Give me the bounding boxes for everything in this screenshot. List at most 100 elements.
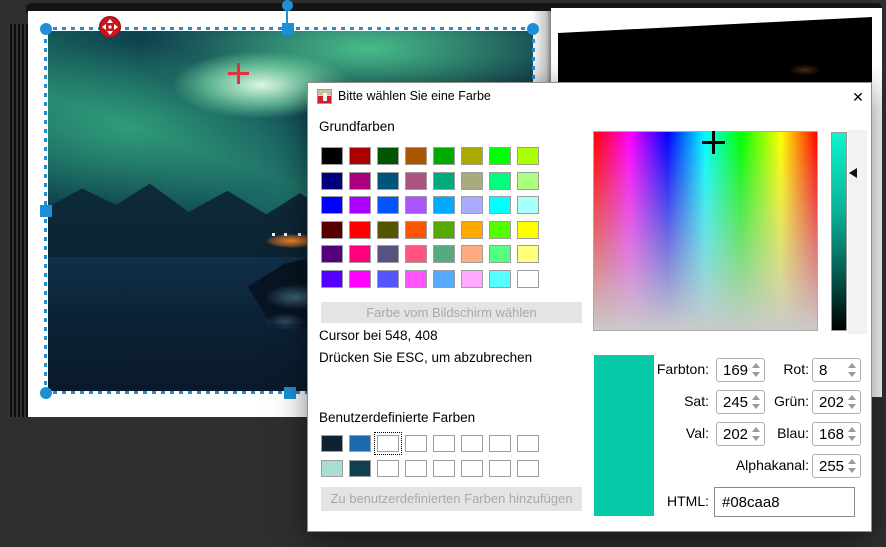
basic-color-swatch[interactable] <box>377 245 399 263</box>
basic-color-swatch[interactable] <box>377 147 399 165</box>
basic-color-swatch[interactable] <box>461 245 483 263</box>
custom-colors-label: Benutzerdefinierte Farben <box>319 410 475 425</box>
add-custom-color-button[interactable]: Zu benutzerdefinierten Farben hinzufügen <box>321 487 582 511</box>
custom-color-swatch[interactable] <box>461 460 483 477</box>
basic-color-swatch[interactable] <box>433 147 455 165</box>
resize-handle-top-right[interactable] <box>527 23 539 35</box>
custom-color-swatch[interactable] <box>405 435 427 452</box>
app-icon <box>317 89 332 104</box>
move-arrows-icon <box>101 18 119 36</box>
custom-color-swatch[interactable] <box>377 435 399 452</box>
hue-saturation-picker[interactable] <box>593 131 818 331</box>
resize-handle-left-middle[interactable] <box>40 205 52 217</box>
custom-color-swatch[interactable] <box>517 435 539 452</box>
custom-color-swatch[interactable] <box>377 460 399 477</box>
red-spin-arrows[interactable] <box>848 359 857 381</box>
basic-color-swatch[interactable] <box>461 221 483 239</box>
basic-color-swatch[interactable] <box>489 245 511 263</box>
move-object-button[interactable] <box>99 16 121 38</box>
custom-color-swatch[interactable] <box>433 460 455 477</box>
basic-color-swatch[interactable] <box>517 270 539 288</box>
basic-color-swatch[interactable] <box>349 172 371 190</box>
basic-color-swatch[interactable] <box>433 172 455 190</box>
basic-color-swatch[interactable] <box>489 270 511 288</box>
basic-color-swatch[interactable] <box>321 172 343 190</box>
alpha-label: Alphakanal: <box>688 457 809 473</box>
basic-color-swatch[interactable] <box>461 196 483 214</box>
picker-crosshair[interactable] <box>702 131 725 154</box>
basic-color-swatch[interactable] <box>405 196 427 214</box>
green-input[interactable] <box>813 391 853 413</box>
basic-color-swatch[interactable] <box>405 147 427 165</box>
basic-color-swatch[interactable] <box>517 147 539 165</box>
basic-color-swatch[interactable] <box>321 196 343 214</box>
value-slider-handle[interactable] <box>849 168 857 178</box>
value-slider-track[interactable] <box>848 130 867 334</box>
basic-color-swatch[interactable] <box>433 221 455 239</box>
basic-color-swatch[interactable] <box>517 196 539 214</box>
custom-color-swatch[interactable] <box>517 460 539 477</box>
sat-label: Sat: <box>628 393 709 409</box>
resize-handle-bottom-center[interactable] <box>284 387 296 399</box>
basic-color-swatch[interactable] <box>349 147 371 165</box>
red-spinbox[interactable] <box>812 358 861 382</box>
basic-color-swatch[interactable] <box>405 172 427 190</box>
basic-color-swatch[interactable] <box>321 245 343 263</box>
basic-color-swatch[interactable] <box>517 221 539 239</box>
value-slider-gradient[interactable] <box>831 132 847 331</box>
basic-color-swatch[interactable] <box>517 172 539 190</box>
basic-color-swatch[interactable] <box>349 196 371 214</box>
custom-color-swatch[interactable] <box>321 460 343 477</box>
custom-color-swatch[interactable] <box>405 460 427 477</box>
alpha-spin-arrows[interactable] <box>848 455 857 477</box>
custom-color-swatch[interactable] <box>349 435 371 452</box>
basic-color-swatch[interactable] <box>349 270 371 288</box>
custom-color-swatch[interactable] <box>349 460 371 477</box>
custom-color-swatch[interactable] <box>461 435 483 452</box>
basic-color-swatch[interactable] <box>405 221 427 239</box>
custom-color-swatch[interactable] <box>321 435 343 452</box>
rotation-handle[interactable] <box>282 0 293 11</box>
basic-color-swatch[interactable] <box>349 245 371 263</box>
basic-color-swatch[interactable] <box>461 147 483 165</box>
green-spinbox[interactable] <box>812 390 861 414</box>
basic-color-swatch[interactable] <box>461 270 483 288</box>
blue-input[interactable] <box>813 423 853 445</box>
basic-color-swatch[interactable] <box>377 196 399 214</box>
basic-color-swatch[interactable] <box>433 196 455 214</box>
pick-screen-color-button[interactable]: Farbe vom Bildschirm wählen <box>321 302 582 323</box>
green-spin-arrows[interactable] <box>848 391 857 413</box>
basic-color-swatch[interactable] <box>489 196 511 214</box>
blue-spinbox[interactable] <box>812 422 861 446</box>
basic-color-swatch[interactable] <box>349 221 371 239</box>
alpha-input[interactable] <box>813 455 853 477</box>
basic-color-swatch[interactable] <box>405 245 427 263</box>
basic-color-swatch[interactable] <box>517 245 539 263</box>
basic-color-swatch[interactable] <box>321 270 343 288</box>
resize-handle-top-left[interactable] <box>40 23 52 35</box>
basic-colors-label: Grundfarben <box>319 119 395 134</box>
basic-color-swatch[interactable] <box>489 221 511 239</box>
custom-color-swatch[interactable] <box>489 460 511 477</box>
custom-color-swatch[interactable] <box>489 435 511 452</box>
custom-color-swatch[interactable] <box>433 435 455 452</box>
basic-color-swatch[interactable] <box>489 172 511 190</box>
basic-color-swatch[interactable] <box>377 221 399 239</box>
html-color-input[interactable] <box>714 487 855 517</box>
hue-label: Farbton: <box>628 361 709 377</box>
basic-color-swatch[interactable] <box>461 172 483 190</box>
basic-color-swatch[interactable] <box>321 221 343 239</box>
resize-handle-top-center[interactable] <box>282 23 294 35</box>
basic-color-swatch[interactable] <box>433 245 455 263</box>
basic-color-swatch[interactable] <box>433 270 455 288</box>
basic-color-swatch[interactable] <box>377 270 399 288</box>
blue-spin-arrows[interactable] <box>848 423 857 445</box>
basic-color-swatch[interactable] <box>377 172 399 190</box>
red-input[interactable] <box>813 359 853 381</box>
basic-color-swatch[interactable] <box>405 270 427 288</box>
resize-handle-bottom-left[interactable] <box>40 387 52 399</box>
basic-color-swatch[interactable] <box>489 147 511 165</box>
basic-color-swatch[interactable] <box>321 147 343 165</box>
close-icon[interactable]: ✕ <box>846 85 870 109</box>
alpha-spinbox[interactable] <box>812 454 861 478</box>
